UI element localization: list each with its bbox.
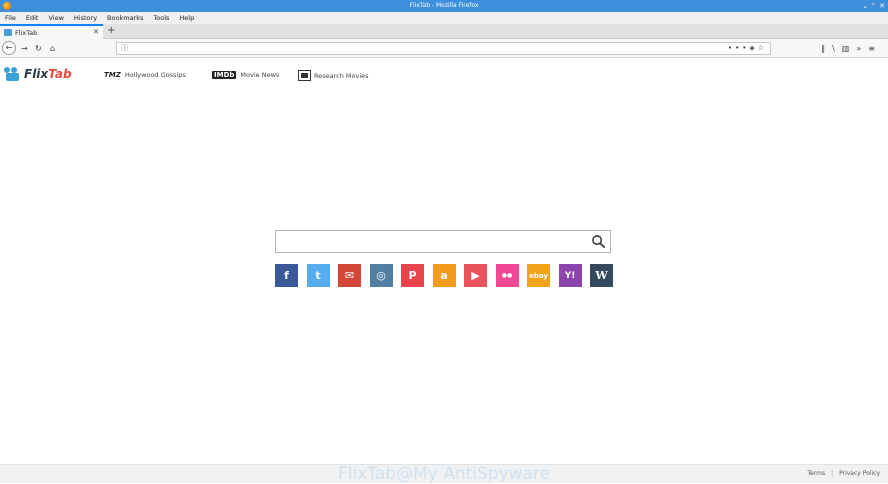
menu-bar: File Edit View History Bookmarks Tools H… <box>0 12 888 24</box>
forward-icon[interactable]: → <box>21 42 28 55</box>
navigation-toolbar: ← → ↻ ⌂ ⓘ •••◈☆ ‖\▥»≡ <box>0 39 888 58</box>
film-icon <box>298 70 311 81</box>
toolbar-icons: ‖\▥»≡ <box>821 42 882 55</box>
tab-flixtab[interactable]: FlixTab ✕ <box>0 24 103 39</box>
pinterest-icon[interactable]: P <box>401 264 424 287</box>
research-movies-link[interactable]: Research Movies <box>298 70 369 81</box>
back-icon[interactable]: ← <box>2 41 16 55</box>
tmz-icon: TMZ <box>104 71 121 79</box>
menu-file[interactable]: File <box>5 14 16 22</box>
flixtab-favicon-icon <box>4 29 12 36</box>
amazon-icon[interactable]: a <box>432 264 456 287</box>
movie-news-label: Movie News <box>240 71 280 79</box>
bookmark-star-icon: ☆ <box>757 44 767 52</box>
flixtab-logo[interactable]: FlixTab <box>4 67 72 81</box>
watermark-text: FlixTab@My AntiSpyware <box>338 464 551 484</box>
youtube-icon[interactable]: ▶ <box>464 264 487 287</box>
info-icon[interactable]: ⓘ <box>121 43 128 54</box>
window-titlebar: FlixTab - Mozilla Firefox ⌄ ⌃ ✕ <box>0 0 888 12</box>
overflow-menu-icon[interactable]: » <box>856 44 868 53</box>
menu-help[interactable]: Help <box>179 14 194 22</box>
menu-history[interactable]: History <box>74 14 97 22</box>
maximize-icon[interactable]: ⌃ <box>870 0 876 12</box>
tab-bar: FlixTab ✕ + <box>0 24 888 39</box>
reload-icon[interactable]: ↻ <box>35 42 42 55</box>
menu-tools[interactable]: Tools <box>153 14 169 22</box>
library-icon[interactable]: ‖\ <box>821 44 842 53</box>
search-input[interactable] <box>280 233 580 254</box>
research-movies-label: Research Movies <box>314 71 369 80</box>
home-icon[interactable]: ⌂ <box>50 42 55 55</box>
wikipedia-icon[interactable]: W <box>590 264 613 287</box>
menu-bookmarks[interactable]: Bookmarks <box>107 14 143 22</box>
terms-link[interactable]: Terms <box>807 470 825 477</box>
firefox-icon <box>3 2 11 10</box>
page-content: FlixTab TMZ Hollywood Gossips IMDb Movie… <box>0 58 888 464</box>
yahoo-icon[interactable]: Y! <box>558 264 582 287</box>
sidebar-icon[interactable]: ▥ <box>842 44 857 53</box>
menu-edit[interactable]: Edit <box>26 14 39 22</box>
close-tab-icon[interactable]: ✕ <box>93 28 99 36</box>
url-bar[interactable]: ⓘ •••◈☆ <box>116 42 771 55</box>
flickr-icon[interactable]: ●● <box>495 264 519 287</box>
new-tab-icon[interactable]: + <box>107 24 115 38</box>
menu-view[interactable]: View <box>48 14 63 22</box>
twitter-icon[interactable]: t <box>306 264 330 287</box>
imdb-icon: IMDb <box>212 71 237 79</box>
search-box[interactable] <box>275 230 611 254</box>
camera-logo-icon <box>4 67 20 81</box>
logo-text-tab: Tab <box>48 67 72 81</box>
ebay-icon[interactable]: ebay <box>527 264 550 287</box>
facebook-icon[interactable]: f <box>275 264 298 287</box>
footer-divider: | <box>831 470 834 477</box>
page-actions-icon[interactable]: •••◈☆ <box>728 43 767 54</box>
privacy-policy-link[interactable]: Privacy Policy <box>839 470 880 477</box>
logo-text-flix: Flix <box>24 67 49 81</box>
hamburger-menu-icon[interactable]: ≡ <box>868 44 882 53</box>
movie-news-link[interactable]: IMDb Movie News <box>212 71 279 79</box>
minimize-icon[interactable]: ⌄ <box>862 0 868 12</box>
page-footer: FlixTab@My AntiSpyware Terms | Privacy Pol… <box>0 464 888 484</box>
social-shortcuts: f t ✉ ◎ P a ▶ ●● ebay Y! W <box>275 264 622 287</box>
tab-label: FlixTab <box>15 28 38 37</box>
instagram-icon[interactable]: ◎ <box>369 264 393 287</box>
hollywood-gossips-label: Hollywood Gossips <box>124 71 186 79</box>
search-icon[interactable] <box>591 234 606 249</box>
mail-icon[interactable]: ✉ <box>338 264 361 287</box>
close-window-icon[interactable]: ✕ <box>879 0 885 12</box>
pocket-icon: ◈ <box>749 44 758 52</box>
hollywood-gossips-link[interactable]: TMZ Hollywood Gossips <box>104 71 186 79</box>
window-title: FlixTab - Mozilla Firefox <box>409 2 479 9</box>
